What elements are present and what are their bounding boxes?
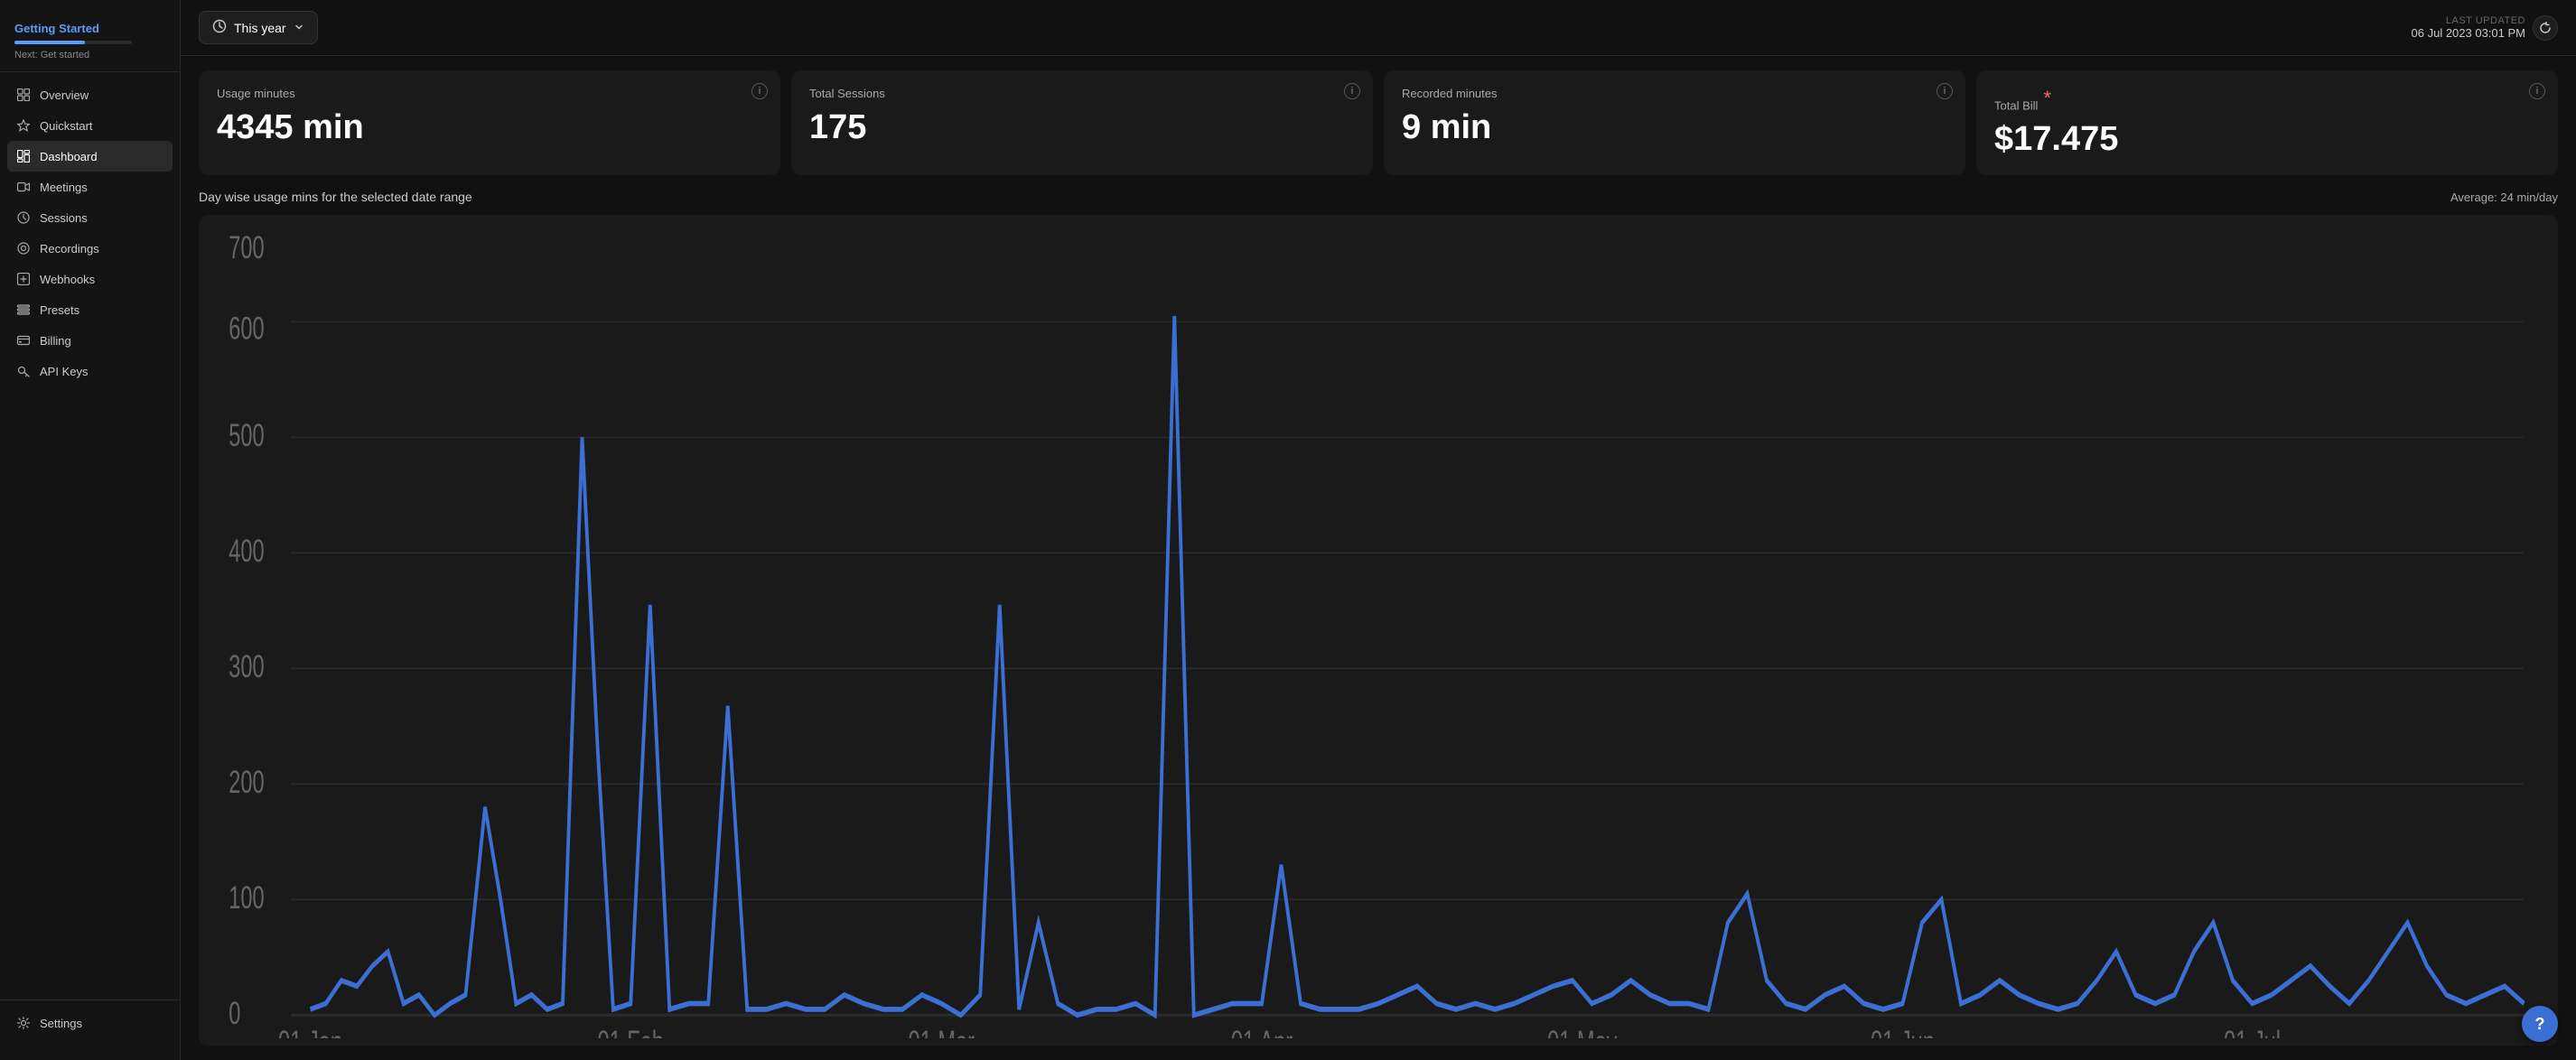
sidebar-item-webhooks[interactable]: Webhooks	[7, 264, 173, 294]
billing-icon	[16, 333, 31, 348]
svg-text:500: 500	[229, 419, 264, 454]
chart-title: Day wise usage mins for the selected dat…	[199, 190, 472, 204]
svg-text:01 May: 01 May	[1547, 1025, 1618, 1038]
last-updated-section: LAST UPDATED 06 Jul 2023 03:01 PM	[2412, 15, 2558, 41]
chart-container: 0 100 200 300 400 500 600 700 01 Jan 01 …	[199, 215, 2558, 1046]
stat-label: Usage minutes	[217, 87, 762, 100]
sidebar-item-api-keys[interactable]: API Keys	[7, 356, 173, 386]
star-icon	[16, 118, 31, 133]
stat-label: Total Bill *	[1994, 87, 2540, 112]
sidebar-item-quickstart[interactable]: Quickstart	[7, 110, 173, 141]
sidebar-item-sessions[interactable]: Sessions	[7, 202, 173, 233]
svg-text:01 Jan: 01 Jan	[278, 1025, 342, 1038]
webhook-icon	[16, 272, 31, 286]
last-updated-info: LAST UPDATED 06 Jul 2023 03:01 PM	[2412, 15, 2525, 40]
sidebar-item-meetings[interactable]: Meetings	[7, 172, 173, 202]
sidebar-item-label: Webhooks	[40, 273, 95, 286]
info-icon[interactable]: i	[1937, 83, 1953, 99]
getting-started-section: Getting Started Next: Get started	[0, 14, 180, 72]
svg-text:01 Jul: 01 Jul	[2224, 1025, 2281, 1038]
sidebar-item-label: Dashboard	[40, 150, 98, 163]
sidebar-item-label: Recordings	[40, 242, 99, 256]
svg-text:200: 200	[229, 766, 264, 801]
stat-value: 4345 min	[217, 109, 762, 147]
info-icon[interactable]: i	[1344, 83, 1360, 99]
sidebar-item-overview[interactable]: Overview	[7, 79, 173, 110]
sidebar-item-label: Sessions	[40, 211, 88, 225]
stat-card-total-sessions: Total Sessions 175 i	[791, 70, 1373, 175]
key-icon	[16, 364, 31, 378]
stat-value: 9 min	[1402, 109, 1947, 147]
refresh-button[interactable]	[2533, 15, 2558, 41]
stat-label: Recorded minutes	[1402, 87, 1947, 100]
video-icon	[16, 180, 31, 194]
record-icon	[16, 241, 31, 256]
svg-text:100: 100	[229, 881, 264, 916]
sidebar-item-presets[interactable]: Presets	[7, 294, 173, 325]
chart-header: Day wise usage mins for the selected dat…	[199, 190, 2558, 204]
stat-card-recorded-minutes: Recorded minutes 9 min i	[1384, 70, 1965, 175]
svg-text:600: 600	[229, 311, 264, 347]
progress-bar-background	[14, 41, 132, 44]
getting-started-next: Next: Get started	[14, 50, 165, 60]
svg-text:01 Apr: 01 Apr	[1231, 1025, 1293, 1038]
last-updated-value: 06 Jul 2023 03:01 PM	[2412, 26, 2525, 40]
progress-bar-fill	[14, 41, 85, 44]
sidebar-item-label: Meetings	[40, 181, 88, 194]
last-updated-label: LAST UPDATED	[2412, 15, 2525, 26]
sidebar-item-recordings[interactable]: Recordings	[7, 233, 173, 264]
info-icon[interactable]: i	[751, 83, 768, 99]
sidebar-item-label: API Keys	[40, 365, 88, 378]
topbar: This year LAST UPDATED 06 Jul 2023 03:01…	[181, 0, 2576, 56]
sidebar-item-billing[interactable]: Billing	[7, 325, 173, 356]
sidebar-item-label: Quickstart	[40, 119, 93, 133]
presets-icon	[16, 302, 31, 317]
chart-average: Average: 24 min/day	[2450, 191, 2558, 204]
svg-text:300: 300	[229, 650, 264, 685]
usage-chart: 0 100 200 300 400 500 600 700 01 Jan 01 …	[213, 229, 2543, 1038]
stat-label: Total Sessions	[809, 87, 1355, 100]
timer-icon	[212, 19, 227, 36]
sidebar-item-label: Settings	[40, 1017, 82, 1030]
grid-icon	[16, 88, 31, 102]
svg-text:01 Jun: 01 Jun	[1871, 1025, 1935, 1038]
clock-icon	[16, 210, 31, 225]
sidebar-item-label: Billing	[40, 334, 71, 348]
dashboard-icon	[16, 149, 31, 163]
stat-value: 175	[809, 109, 1355, 147]
stat-card-usage-minutes: Usage minutes 4345 min i	[199, 70, 780, 175]
sidebar-bottom: Settings	[0, 1000, 180, 1046]
sidebar-item-label: Presets	[40, 303, 79, 317]
getting-started-title[interactable]: Getting Started	[14, 22, 165, 35]
date-filter-button[interactable]: This year	[199, 11, 318, 44]
info-icon[interactable]: i	[2529, 83, 2545, 99]
svg-text:01 Feb: 01 Feb	[597, 1025, 664, 1038]
date-filter-label: This year	[234, 21, 286, 35]
gear-icon	[16, 1016, 31, 1030]
stat-card-total-bill: Total Bill * $17.475 i	[1976, 70, 2558, 175]
sidebar-nav: Overview Quickstart Dashboard	[0, 79, 180, 992]
help-button[interactable]: ?	[2522, 1006, 2558, 1042]
svg-text:01 Mar: 01 Mar	[908, 1025, 975, 1038]
main-content: This year LAST UPDATED 06 Jul 2023 03:01…	[181, 0, 2576, 1060]
svg-text:400: 400	[229, 535, 264, 570]
stat-value: $17.475	[1994, 121, 2540, 159]
svg-text:0: 0	[229, 996, 240, 1031]
stat-cards-grid: Usage minutes 4345 min i Total Sessions …	[181, 56, 2576, 190]
svg-text:700: 700	[229, 231, 264, 266]
chart-section: Day wise usage mins for the selected dat…	[181, 190, 2576, 1060]
chevron-down-icon	[294, 21, 304, 35]
sidebar: Getting Started Next: Get started Overvi…	[0, 0, 181, 1060]
sidebar-item-settings[interactable]: Settings	[7, 1008, 173, 1038]
sidebar-item-label: Overview	[40, 88, 89, 102]
sidebar-item-dashboard[interactable]: Dashboard	[7, 141, 173, 172]
